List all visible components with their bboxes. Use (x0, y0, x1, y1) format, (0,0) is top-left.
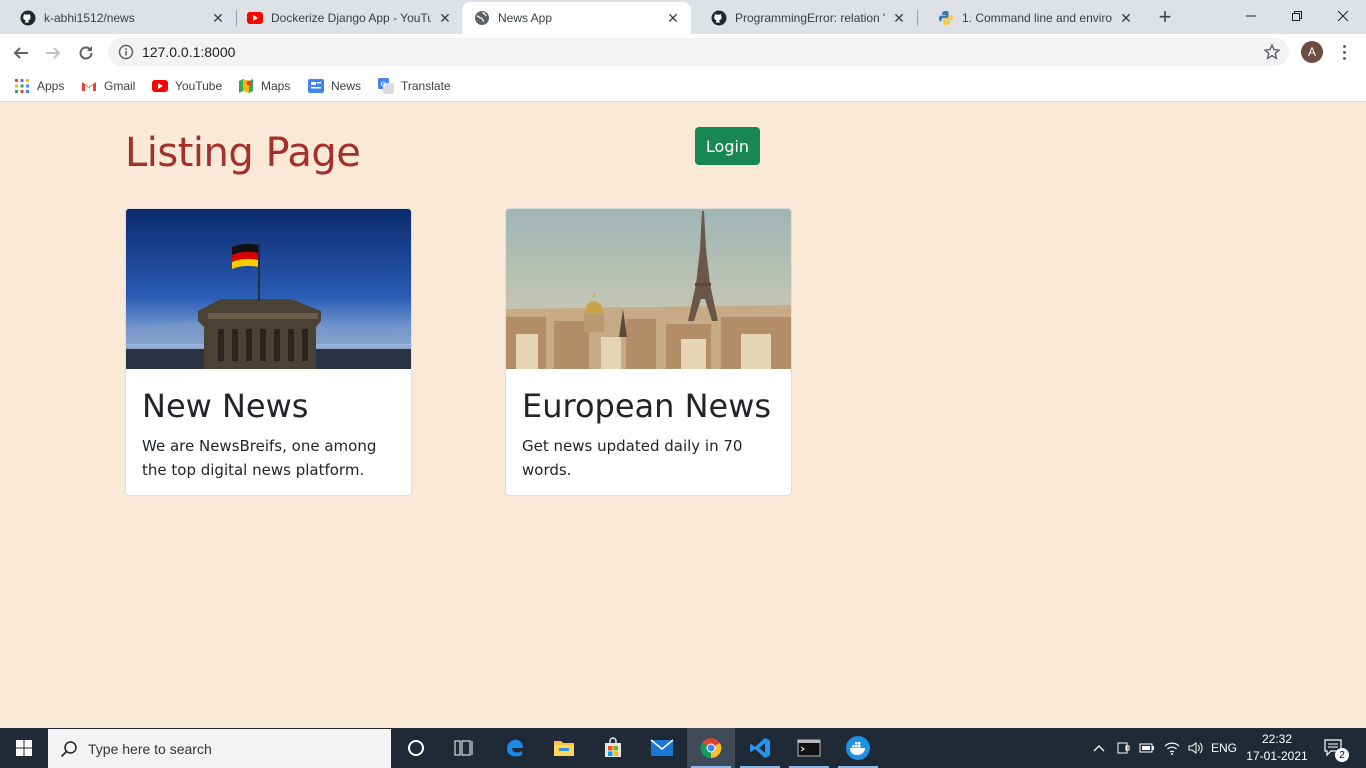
bookmark-label: Apps (37, 79, 65, 93)
forward-button[interactable] (40, 40, 66, 66)
chrome-icon (700, 738, 722, 759)
close-icon[interactable]: ✕ (665, 10, 681, 27)
edge-icon (507, 739, 523, 757)
login-button[interactable]: Login (695, 127, 760, 165)
german-flag-reichstag-image (126, 209, 411, 369)
gmail-icon (81, 78, 97, 94)
vscode-icon (750, 738, 770, 758)
action-center-button[interactable]: 2 (1318, 728, 1350, 768)
reload-button[interactable] (73, 40, 99, 66)
taskbar-search-box[interactable]: Type here to search (48, 729, 391, 768)
close-icon[interactable]: ✕ (891, 10, 907, 27)
close-icon[interactable]: ✕ (210, 10, 226, 27)
bookmark-youtube[interactable]: YouTube (152, 76, 222, 96)
docker-icon (846, 736, 870, 760)
task-view-button[interactable] (440, 728, 488, 768)
profile-avatar[interactable]: A (1301, 41, 1323, 63)
youtube-icon (247, 10, 263, 26)
language-indicator[interactable]: ENG (1208, 728, 1240, 768)
clock-date: 17-01-2021 (1246, 749, 1308, 763)
volume-icon[interactable] (1186, 728, 1206, 768)
clock-time: 22:32 (1261, 732, 1293, 746)
restore-button[interactable] (1274, 0, 1320, 32)
close-window-button[interactable] (1320, 0, 1366, 32)
news-icon (308, 78, 324, 94)
battery-icon[interactable] (1138, 728, 1156, 768)
notification-count-badge: 2 (1335, 748, 1349, 762)
page-title: Listing Page (125, 130, 361, 176)
search-icon (60, 740, 77, 757)
minimize-button[interactable] (1228, 0, 1274, 32)
site-info-icon[interactable] (118, 44, 134, 60)
card-title: European News (522, 387, 772, 425)
github-icon (20, 10, 36, 26)
terminal-icon (797, 739, 821, 757)
taskbar-chrome[interactable] (687, 728, 735, 768)
folder-icon (554, 741, 574, 756)
taskbar-mail[interactable] (638, 728, 686, 768)
bookmark-label: Maps (261, 79, 291, 93)
menu-kebab-icon[interactable] (1336, 42, 1352, 62)
new-tab-button[interactable]: + (1152, 4, 1178, 30)
store-bag-icon (605, 737, 621, 757)
bookmark-star-icon[interactable] (1263, 43, 1281, 61)
device-icon[interactable] (1114, 728, 1132, 768)
tab-title: ProgrammingError: relation "django_sessi… (735, 11, 885, 25)
bookmark-label: Gmail (104, 79, 136, 93)
bookmark-label: News (331, 79, 362, 93)
bookmark-apps[interactable]: Apps (14, 76, 64, 96)
windows-logo-icon (16, 740, 32, 756)
maps-icon (238, 78, 254, 94)
tab-programming-error[interactable]: ProgrammingError: relation "django_sessi… (691, 2, 917, 34)
taskbar-edge[interactable] (491, 728, 539, 768)
bookmark-maps[interactable]: Maps (238, 76, 290, 96)
taskbar-terminal[interactable] (785, 728, 833, 768)
card-text: We are NewsBreifs, one among the top dig… (142, 437, 377, 479)
bookmark-label: Translate (401, 79, 451, 93)
search-placeholder: Type here to search (88, 740, 212, 757)
back-button[interactable] (8, 40, 34, 66)
bookmark-label: YouTube (175, 79, 223, 93)
windows-start-button[interactable] (0, 728, 48, 768)
task-view-icon (454, 740, 473, 756)
translate-icon: G (378, 78, 394, 94)
svg-text:G: G (381, 81, 386, 89)
taskbar-vscode[interactable] (736, 728, 784, 768)
card-title: New News (142, 387, 309, 425)
url-text[interactable]: 127.0.0.1:8000 (142, 44, 235, 60)
system-clock[interactable]: 22:32 17-01-2021 (1244, 731, 1310, 765)
globe-icon (474, 10, 490, 26)
chevron-up-icon (1093, 745, 1105, 752)
tab-youtube[interactable]: Dockerize Django App - YouTube ✕ (227, 2, 463, 34)
wifi-icon[interactable] (1162, 728, 1182, 768)
address-bar[interactable] (108, 38, 1289, 66)
cortana-button[interactable] (392, 728, 440, 768)
news-card-european-news[interactable]: European News Get news updated daily in … (505, 208, 792, 496)
tab-news-app[interactable]: News App ✕ (462, 2, 691, 34)
youtube-icon (152, 78, 168, 94)
paris-eiffel-tower-image (506, 209, 791, 369)
tab-title: k-abhi1512/news (44, 11, 135, 25)
tab-python-docs[interactable]: 1. Command line and environment ✕ (918, 2, 1144, 34)
tab-title: News App (498, 11, 553, 25)
python-icon (938, 10, 954, 26)
cortana-circle-icon (408, 740, 424, 756)
taskbar-store[interactable] (589, 728, 637, 768)
tab-title: Dockerize Django App - YouTube (271, 11, 431, 25)
show-hidden-icons-button[interactable] (1090, 728, 1108, 768)
tab-title: 1. Command line and environment (962, 11, 1112, 25)
taskbar-docker[interactable] (834, 728, 882, 768)
bookmark-gmail[interactable]: Gmail (81, 76, 135, 96)
card-text: Get news updated daily in 70 words. (522, 437, 743, 479)
news-card-new-news[interactable]: New News We are NewsBreifs, one among th… (125, 208, 412, 496)
taskbar-file-explorer[interactable] (540, 728, 588, 768)
apps-grid-icon (14, 78, 30, 94)
tab-github-news[interactable]: k-abhi1512/news ✕ (0, 2, 236, 34)
github-icon (711, 10, 727, 26)
bookmark-translate[interactable]: G Translate (378, 76, 451, 96)
close-icon[interactable]: ✕ (437, 10, 453, 27)
close-icon[interactable]: ✕ (1118, 10, 1134, 27)
bookmark-news[interactable]: News (308, 76, 361, 96)
mail-icon (650, 739, 674, 756)
